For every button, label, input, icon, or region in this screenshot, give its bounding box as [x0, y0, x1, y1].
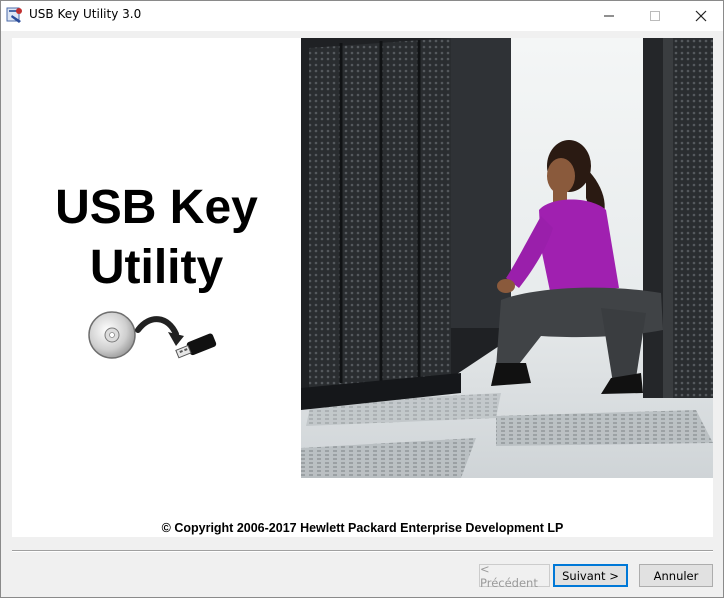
copyright-text: © Copyright 2006-2017 Hewlett Packard En…	[161, 521, 564, 535]
heading-line-1: USB Key	[55, 181, 258, 234]
usb-key-utility-window: USB Key Utility 3.0 USB Key Utility © Co…	[0, 0, 724, 598]
minimize-icon	[604, 15, 614, 17]
footer-separator	[12, 550, 713, 552]
minimize-button[interactable]	[586, 1, 632, 31]
close-button[interactable]	[678, 1, 723, 31]
product-heading: USB Key Utility	[12, 178, 301, 298]
window-title: USB Key Utility 3.0	[29, 7, 142, 21]
cancel-button[interactable]: Annuler	[639, 564, 713, 587]
datacenter-photo	[301, 38, 713, 478]
title-bar[interactable]: USB Key Utility 3.0	[1, 1, 723, 31]
next-button[interactable]: Suivant >	[553, 564, 628, 587]
cd-to-usb-illustration	[88, 311, 217, 359]
previous-button[interactable]: < Précédent	[479, 562, 550, 590]
heading-line-2: Utility	[89, 241, 224, 294]
cd-disc-icon	[88, 311, 136, 359]
maximize-icon	[650, 11, 660, 21]
maximize-button[interactable]	[632, 1, 678, 31]
welcome-panel: USB Key Utility © Copyright 2006-2017 He…	[12, 38, 713, 537]
close-icon	[695, 10, 707, 22]
app-icon	[6, 7, 22, 23]
arrow-icon	[135, 316, 184, 346]
